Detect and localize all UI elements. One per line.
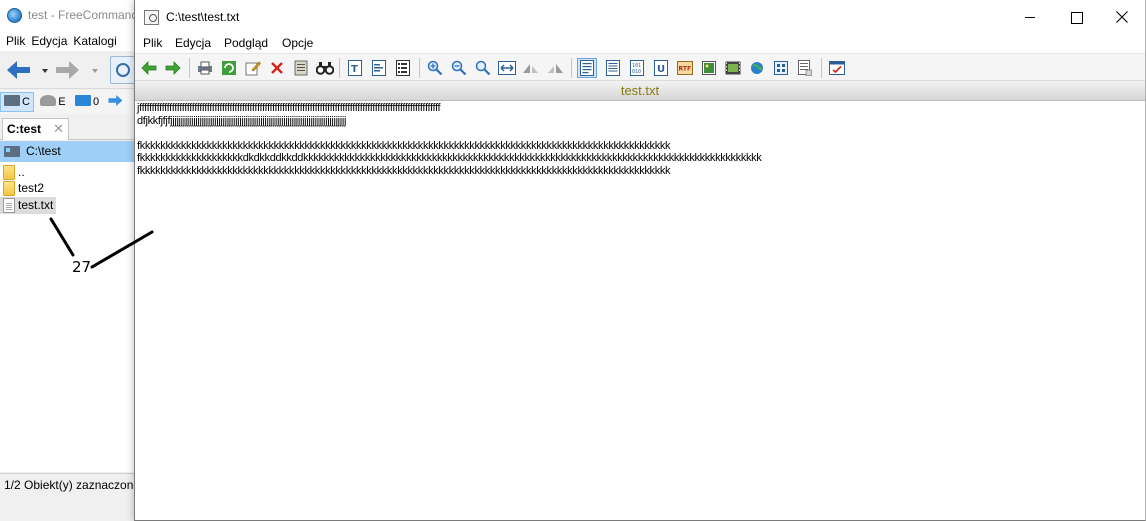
filename-header: test.txt — [135, 81, 1145, 101]
drive-c[interactable]: C — [0, 92, 34, 112]
annotation-label: 27 — [72, 258, 92, 276]
vertical-scrollbar[interactable] — [1141, 101, 1145, 519]
menu-edycja[interactable]: Edycja — [175, 34, 211, 53]
copy-icon[interactable] — [291, 58, 311, 78]
viewer-window: C:\test\test.txt Plik Edycja Podgląd Opc… — [134, 0, 1146, 521]
fc-bottom-bar — [0, 496, 140, 521]
list-item[interactable]: .. — [0, 164, 25, 181]
maximize-button[interactable] — [1053, 0, 1099, 34]
text-file-icon — [3, 198, 15, 213]
edit-icon[interactable] — [243, 58, 263, 78]
forward-arrow-icon[interactable] — [163, 58, 183, 78]
settings-icon[interactable] — [827, 58, 847, 78]
file-list: .. test2 test.txt — [0, 162, 140, 472]
viewer-window-title: C:\test\test.txt — [166, 10, 240, 24]
fc-menu-bar: Plik Edycja Katalogi — [0, 31, 140, 51]
chevron-down-icon[interactable] — [91, 67, 99, 75]
image-icon[interactable] — [699, 58, 719, 78]
text-line: dfjkkfjfjfjjjjjjjjjjjjjjjjjjjjjjjjjjjjjj… — [137, 114, 347, 127]
text-mode-icon[interactable]: T — [345, 58, 365, 78]
list-icon[interactable] — [393, 58, 413, 78]
drive-icon — [4, 95, 20, 106]
menu-podglad[interactable]: Podgląd — [224, 34, 268, 53]
svg-text:010: 010 — [632, 69, 641, 75]
properties-icon[interactable] — [795, 58, 815, 78]
fc-tab-row: C:test ✕ — [0, 115, 140, 140]
fc-title-bar[interactable]: test - FreeCommander — [0, 0, 140, 31]
zoom-in-icon[interactable] — [425, 58, 445, 78]
fc-menu-edycja[interactable]: Edycja — [25, 31, 67, 51]
status-bar: 1/2 Obiekt(y) zaznaczone — [0, 473, 140, 496]
back-arrow-icon[interactable] — [139, 58, 159, 78]
fc-toolbar — [0, 51, 140, 89]
close-icon — [1116, 11, 1128, 23]
svg-text:U: U — [657, 64, 665, 75]
text-line: fkkkkkkkkkkkkkkkkkkkkdkdkkddkkddkkkkkkkk… — [137, 152, 762, 164]
multimedia-icon[interactable] — [723, 58, 743, 78]
folder-icon — [3, 181, 15, 196]
text-line: jfffffffffffffffffffffffffffffffffffffff… — [137, 102, 441, 114]
find-icon[interactable] — [315, 58, 335, 78]
fc-menu-katalogi[interactable]: Katalogi — [67, 31, 116, 51]
print-icon[interactable] — [195, 58, 215, 78]
plugin-icon[interactable] — [771, 58, 791, 78]
forward-arrow-icon[interactable] — [53, 57, 83, 83]
delete-icon[interactable] — [267, 58, 287, 78]
path-bar[interactable]: C:\test — [0, 141, 140, 162]
close-icon[interactable]: ✕ — [53, 119, 64, 139]
drive-e[interactable]: E — [37, 92, 68, 112]
back-arrow-icon[interactable] — [3, 57, 33, 83]
freecommander-app-icon — [7, 8, 22, 23]
rotate-right-icon[interactable] — [545, 58, 565, 78]
text-line: fkkkkkkkkkkkkkkkkkkkkkkkkkkkkkkkkkkkkkkk… — [137, 164, 671, 177]
zoom-out-icon[interactable] — [449, 58, 469, 78]
text-view-icon[interactable] — [577, 58, 597, 78]
drive-network[interactable] — [105, 92, 127, 112]
rtf-icon[interactable]: RTF — [675, 58, 695, 78]
text-content-area[interactable]: jfffffffffffffffffffffffffffffffffffffff… — [135, 101, 1145, 519]
menu-opcje[interactable]: Opcje — [282, 34, 313, 53]
list-item[interactable]: test.txt — [0, 197, 57, 214]
unicode-icon[interactable]: U — [651, 58, 671, 78]
fit-width-icon[interactable] — [497, 58, 517, 78]
svg-text:T: T — [351, 64, 358, 75]
svg-text:RTF: RTF — [679, 66, 692, 73]
chevron-down-icon[interactable] — [41, 67, 49, 75]
viewer-title-bar[interactable]: C:\test\test.txt — [135, 0, 1145, 34]
fc-window-title: test - FreeCommander — [28, 8, 140, 22]
binary-view-icon[interactable]: 101 010 — [627, 58, 647, 78]
reload-icon[interactable] — [219, 58, 239, 78]
disk-icon — [40, 95, 57, 106]
text-line: fkkkkkkkkkkkkkkkkkkkkkkkkkkkkkkkkkkkkkkk… — [137, 139, 671, 152]
web-icon[interactable] — [747, 58, 767, 78]
wrap-icon[interactable] — [369, 58, 389, 78]
tab-c-test[interactable]: C:test ✕ — [2, 118, 69, 140]
drive-0[interactable]: 0 — [72, 92, 102, 112]
view-icon[interactable] — [110, 56, 136, 84]
fc-menu-plik[interactable]: Plik — [0, 31, 25, 51]
list-item[interactable]: test2 — [0, 180, 44, 197]
folder-icon — [3, 165, 15, 180]
text-line — [137, 127, 1145, 140]
menu-plik[interactable]: Plik — [143, 34, 162, 53]
close-button[interactable] — [1099, 0, 1145, 34]
viewer-menu-bar: Plik Edycja Podgląd Opcje — [135, 34, 1145, 53]
rotate-left-icon[interactable] — [521, 58, 541, 78]
drive-bar: C E 0 — [0, 90, 140, 114]
minimize-button[interactable] — [1007, 0, 1053, 34]
current-path: C:\test — [26, 144, 61, 158]
annotation-arrows — [49, 217, 154, 269]
drive-icon — [4, 146, 20, 157]
monitor-icon — [74, 95, 91, 106]
viewer-app-icon — [144, 10, 159, 25]
viewer-toolbar: T 101 010 U RTF — [135, 53, 1145, 81]
network-arrow-icon — [108, 95, 123, 106]
ansi-view-icon[interactable] — [603, 58, 623, 78]
zoom-reset-icon[interactable] — [473, 58, 493, 78]
